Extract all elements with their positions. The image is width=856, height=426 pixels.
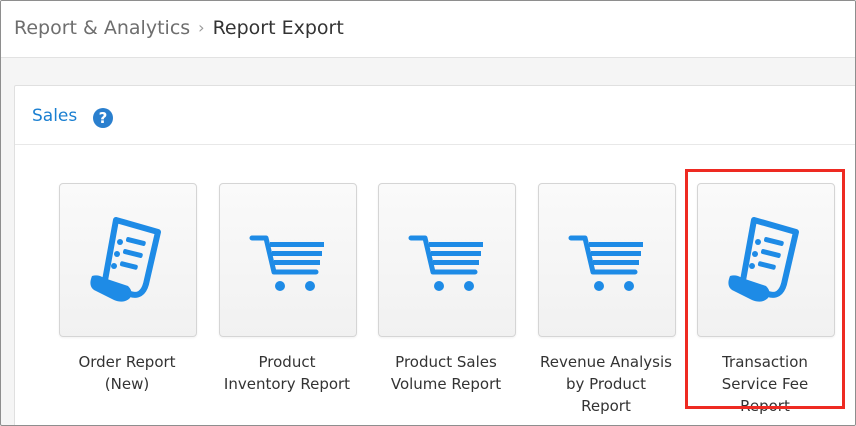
report-tile-button[interactable]	[538, 183, 676, 337]
report-tile-button[interactable]	[59, 183, 197, 337]
breadcrumb-current: Report Export	[212, 17, 344, 39]
receipt-icon	[728, 217, 799, 302]
report-tile-revenue-analysis: Revenue Analysis by Product Report	[531, 183, 681, 417]
report-tile-label: Transaction Service Fee Report	[721, 353, 809, 415]
shopping-cart-icon	[408, 235, 483, 291]
report-tile-product-inventory: Product Inventory Report	[212, 183, 362, 395]
question-circle-icon[interactable]: ?	[93, 108, 113, 128]
shopping-cart-icon	[568, 235, 643, 291]
section-title: Sales	[32, 106, 78, 126]
report-tile-button[interactable]	[697, 183, 835, 337]
report-tile-label: Product Sales Volume Report	[390, 353, 502, 393]
report-tile-label: Order Report (New)	[78, 353, 176, 393]
shopping-cart-icon	[249, 235, 324, 291]
report-tile-product-sales-volume: Product Sales Volume Report	[371, 183, 521, 395]
report-tile-transaction-service-fee: Transaction Service Fee Report	[690, 183, 840, 417]
report-tile-button[interactable]	[219, 183, 357, 337]
report-tile-button[interactable]	[378, 183, 516, 337]
report-tile-order-report: Order Report (New)	[52, 183, 202, 395]
report-tile-label: Revenue Analysis by Product Report	[540, 353, 672, 415]
app-window: Report & Analytics › Report Export Sales ?…	[0, 0, 856, 426]
report-tile-label: Product Inventory Report	[223, 353, 351, 393]
section-header: Sales ?	[15, 86, 855, 145]
breadcrumb-parent-link[interactable]: Report & Analytics	[14, 17, 190, 39]
receipt-icon	[90, 217, 161, 302]
top-bar: Report & Analytics › Report Export	[1, 1, 855, 58]
chevron-right-icon: ›	[198, 18, 205, 37]
breadcrumb: Report & Analytics › Report Export	[14, 17, 344, 39]
